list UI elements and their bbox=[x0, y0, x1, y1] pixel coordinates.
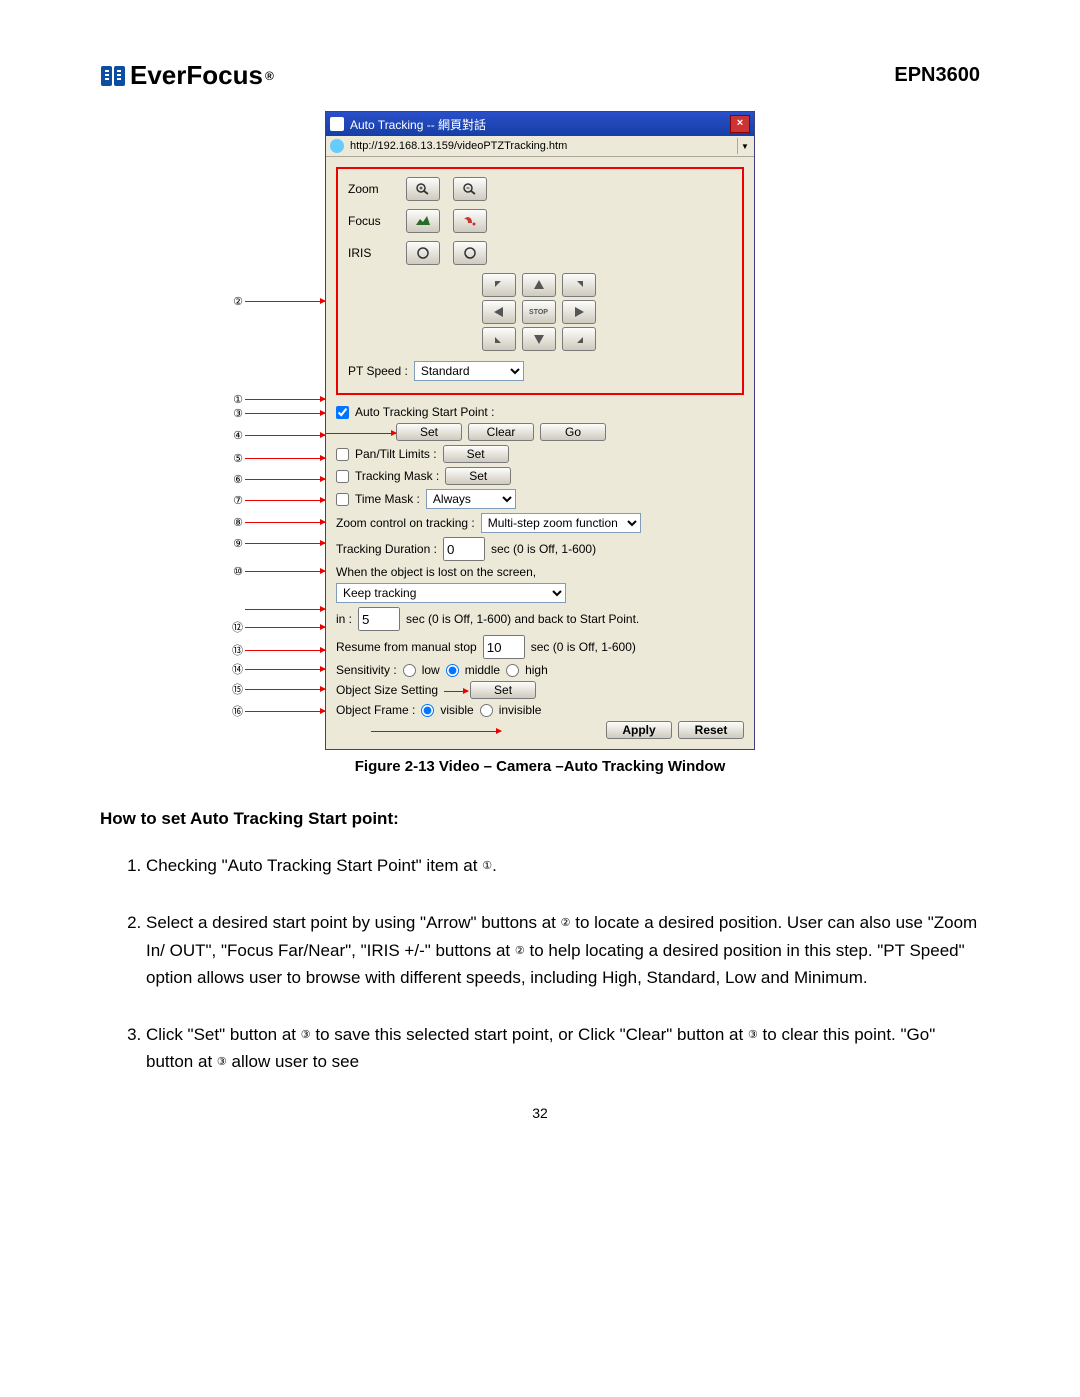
time-mask-checkbox[interactable]: Time Mask : bbox=[336, 492, 420, 506]
annotation-arrow: ⑥ bbox=[225, 472, 325, 486]
arrow-upright-icon[interactable] bbox=[562, 273, 596, 297]
tracking-mask-label: Tracking Mask : bbox=[355, 469, 439, 483]
brand-logo: EverFocus® bbox=[100, 60, 274, 91]
window-icon bbox=[330, 117, 344, 131]
zoom-ctrl-label: Zoom control on tracking : bbox=[336, 516, 475, 530]
arrow-upleft-icon[interactable] bbox=[482, 273, 516, 297]
auto-start-label: Auto Tracking Start Point : bbox=[355, 405, 494, 419]
tracking-mask-set-button[interactable]: Set bbox=[445, 467, 511, 485]
address-url: http://192.168.13.159/videoPTZTracking.h… bbox=[350, 140, 733, 152]
brand-name: EverFocus bbox=[130, 60, 263, 91]
annotation-arrow: ⑦ bbox=[225, 493, 325, 507]
window-title: Auto Tracking -- 網頁對話 bbox=[350, 116, 486, 133]
ptz-arrow-pad: STOP bbox=[348, 273, 732, 351]
objframe-label: Object Frame : bbox=[336, 703, 415, 717]
arrow-right-icon[interactable] bbox=[562, 300, 596, 324]
objsize-set-button[interactable]: Set bbox=[470, 681, 536, 699]
apply-button[interactable]: Apply bbox=[606, 721, 672, 739]
resume-label: Resume from manual stop bbox=[336, 640, 477, 654]
step-1: Checking "Auto Tracking Start Point" ite… bbox=[146, 852, 980, 879]
auto-start-checkbox[interactable]: Auto Tracking Start Point : bbox=[336, 405, 494, 419]
lost-label: When the object is lost on the screen, bbox=[336, 565, 536, 579]
annotation-arrow: ⑬ bbox=[225, 643, 325, 657]
ptspeed-select[interactable]: Standard bbox=[414, 361, 524, 381]
annotation-arrow: ⑤ bbox=[225, 451, 325, 465]
duration-hint: sec (0 is Off, 1-600) bbox=[491, 542, 596, 556]
stop-button[interactable]: STOP bbox=[522, 300, 556, 324]
annotation-arrow: ⑩ bbox=[225, 564, 325, 578]
set-button[interactable]: Set bbox=[396, 423, 462, 441]
clear-button[interactable]: Clear bbox=[468, 423, 534, 441]
focus-label: Focus bbox=[348, 214, 396, 228]
dialog-window: Auto Tracking -- 網頁對話 × http://192.168.1… bbox=[325, 111, 755, 750]
howto-heading: How to set Auto Tracking Start point: bbox=[100, 805, 980, 832]
iris-open-icon[interactable] bbox=[406, 241, 440, 265]
resume-hint: sec (0 is Off, 1-600) bbox=[531, 640, 636, 654]
lost-mode-select[interactable]: Keep tracking bbox=[336, 583, 566, 603]
annotation-arrow: ③ bbox=[225, 406, 325, 420]
step-2: Select a desired start point by using "A… bbox=[146, 909, 980, 991]
iris-label: IRIS bbox=[348, 246, 396, 260]
duration-input[interactable] bbox=[443, 537, 485, 561]
focus-far-icon[interactable] bbox=[406, 209, 440, 233]
annotation-arrow: ⑫ bbox=[225, 620, 325, 634]
zoom-in-icon[interactable] bbox=[406, 177, 440, 201]
title-bar[interactable]: Auto Tracking -- 網頁對話 × bbox=[326, 112, 754, 136]
time-mask-select[interactable]: Always bbox=[426, 489, 516, 509]
ptspeed-label: PT Speed : bbox=[348, 364, 408, 378]
step-3: Click "Set" button at ③ to save this sel… bbox=[146, 1021, 980, 1075]
annotation-arrow: ⑧ bbox=[225, 515, 325, 529]
iris-close-icon[interactable] bbox=[453, 241, 487, 265]
annotation-arrow bbox=[225, 602, 325, 616]
arrow-up-icon[interactable] bbox=[522, 273, 556, 297]
sensitivity-label: Sensitivity : bbox=[336, 663, 397, 677]
annotation-arrow: ⑮ bbox=[225, 682, 325, 696]
focus-near-icon[interactable] bbox=[453, 209, 487, 233]
product-model: EPN3600 bbox=[894, 64, 980, 87]
in-label: in : bbox=[336, 612, 352, 626]
resume-input[interactable] bbox=[483, 635, 525, 659]
in-hint: sec (0 is Off, 1-600) and back to Start … bbox=[406, 612, 639, 626]
pantilt-checkbox[interactable]: Pan/Tilt Limits : bbox=[336, 447, 437, 461]
arrow-left-icon[interactable] bbox=[482, 300, 516, 324]
time-mask-label: Time Mask : bbox=[355, 492, 420, 506]
arrow-downright-icon[interactable] bbox=[562, 327, 596, 351]
zoom-out-icon[interactable] bbox=[453, 177, 487, 201]
tracking-mask-checkbox[interactable]: Tracking Mask : bbox=[336, 469, 439, 483]
annotation-arrow: ② bbox=[225, 294, 325, 308]
pantilt-label: Pan/Tilt Limits : bbox=[355, 447, 437, 461]
annotation-arrow: ⑯ bbox=[225, 704, 325, 718]
figure-caption: Figure 2-13 Video – Camera –Auto Trackin… bbox=[100, 758, 980, 775]
page-number: 32 bbox=[100, 1105, 980, 1121]
reg-mark: ® bbox=[265, 69, 274, 83]
zoom-ctrl-select[interactable]: Multi-step zoom function bbox=[481, 513, 641, 533]
reset-button[interactable]: Reset bbox=[678, 721, 744, 739]
objsize-label: Object Size Setting bbox=[336, 683, 438, 697]
duration-label: Tracking Duration : bbox=[336, 542, 437, 556]
annotation-arrow: ⑨ bbox=[225, 536, 325, 550]
arrow-down-icon[interactable] bbox=[522, 327, 556, 351]
close-icon[interactable]: × bbox=[730, 115, 750, 133]
arrow-downleft-icon[interactable] bbox=[482, 327, 516, 351]
go-button[interactable]: Go bbox=[540, 423, 606, 441]
annotation-arrow: ④ bbox=[225, 428, 325, 442]
sens-low-radio[interactable]: low bbox=[403, 663, 440, 677]
zoom-label: Zoom bbox=[348, 182, 396, 196]
visible-radio[interactable]: visible bbox=[421, 703, 473, 717]
logo-icon bbox=[100, 63, 126, 89]
pantilt-set-button[interactable]: Set bbox=[443, 445, 509, 463]
sens-mid-radio[interactable]: middle bbox=[446, 663, 500, 677]
annotation-arrow: ① bbox=[225, 392, 325, 406]
ie-icon bbox=[330, 139, 344, 153]
url-dropdown-icon[interactable]: ▼ bbox=[737, 138, 752, 154]
annotation-arrow: ⑭ bbox=[225, 662, 325, 676]
sens-high-radio[interactable]: high bbox=[506, 663, 548, 677]
in-input[interactable] bbox=[358, 607, 400, 631]
invisible-radio[interactable]: invisible bbox=[480, 703, 542, 717]
